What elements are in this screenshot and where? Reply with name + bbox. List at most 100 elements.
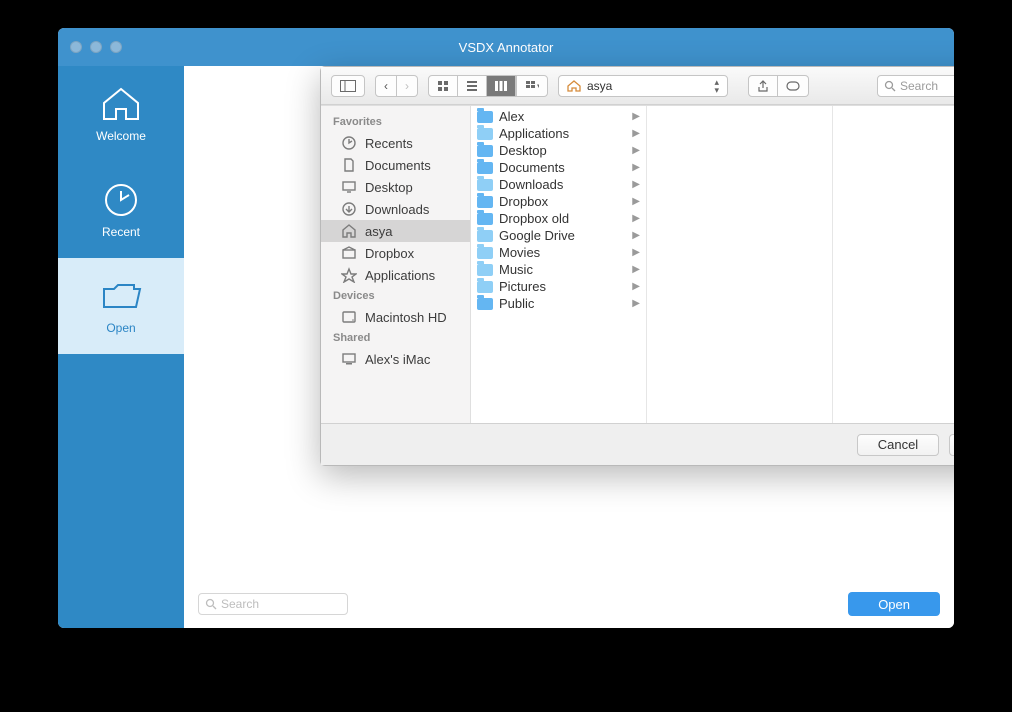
folder-item[interactable]: Dropbox▶: [471, 193, 646, 210]
sidebar-item-welcome[interactable]: Welcome: [58, 66, 184, 162]
nav-back-forward: ‹ ›: [375, 75, 418, 97]
search-icon: [205, 598, 217, 610]
folder-label: Downloads: [499, 177, 563, 192]
folder-item[interactable]: Desktop▶: [471, 142, 646, 159]
finder-sidebar-item[interactable]: Dropbox: [321, 242, 470, 264]
sheet-toolbar: ‹ › ▾: [321, 67, 954, 105]
folder-item[interactable]: Alex▶: [471, 108, 646, 125]
folder-icon: [477, 111, 493, 123]
search-icon: [884, 80, 896, 92]
svg-text:▾: ▾: [537, 83, 539, 90]
grid-icon: [437, 80, 449, 92]
list-view-button[interactable]: [458, 75, 487, 97]
tags-button[interactable]: [778, 75, 809, 97]
sidebar-group-title: Shared: [321, 328, 470, 348]
sidebar-item-label: Dropbox: [365, 246, 414, 261]
chevron-right-icon: ▶: [632, 230, 640, 241]
finder-sidebar-item[interactable]: Recents: [321, 132, 470, 154]
bottom-bar: Search Open: [184, 580, 954, 628]
folder-icon: [477, 298, 493, 310]
sheet-search-input[interactable]: Search: [877, 75, 954, 97]
folder-item[interactable]: Documents▶: [471, 159, 646, 176]
open-button[interactable]: Open: [848, 592, 940, 616]
folder-label: Movies: [499, 245, 540, 260]
back-button[interactable]: ‹: [375, 75, 397, 97]
forward-button[interactable]: ›: [397, 75, 418, 97]
file-browser: FavoritesRecentsDocumentsDesktopDownload…: [321, 105, 954, 423]
list-icon: [466, 80, 478, 92]
folder-label: Pictures: [499, 279, 546, 294]
sidebar-icon: [340, 80, 356, 92]
chevron-right-icon: ›: [405, 79, 409, 93]
main-area: Welcome Recent Open Search Open: [58, 66, 954, 628]
sidebar-item-label: Applications: [365, 268, 435, 283]
titlebar[interactable]: VSDX Annotator: [58, 28, 954, 66]
finder-sidebar-item[interactable]: Alex's iMac: [321, 348, 470, 370]
chevron-right-icon: ▶: [632, 247, 640, 258]
home-icon: [98, 85, 144, 123]
search-input[interactable]: Search: [198, 593, 348, 615]
folder-item[interactable]: Music▶: [471, 261, 646, 278]
window-title: VSDX Annotator: [58, 40, 954, 55]
folder-label: Dropbox old: [499, 211, 569, 226]
share-icon: [757, 80, 769, 92]
folder-item[interactable]: Applications▶: [471, 125, 646, 142]
sidebar-item-label: Downloads: [365, 202, 429, 217]
folder-icon: [477, 128, 493, 140]
finder-sidebar-item[interactable]: asya: [321, 220, 470, 242]
cancel-button[interactable]: Cancel: [857, 434, 939, 456]
folder-item[interactable]: Dropbox old▶: [471, 210, 646, 227]
folder-icon: [477, 162, 493, 174]
finder-sidebar[interactable]: Favorites Recents Documents Desktop Download…: [321, 106, 471, 423]
document-icon: [341, 157, 357, 173]
sidebar-group-title: Favorites: [321, 112, 470, 132]
chevron-right-icon: ▶: [632, 196, 640, 207]
view-switcher: ▾: [428, 75, 548, 97]
open-button[interactable]: Open: [949, 434, 954, 456]
columns-icon: [495, 80, 507, 92]
column-1[interactable]: Alex▶Applications▶Desktop▶Documents▶Down…: [471, 106, 647, 423]
folder-item[interactable]: Public▶: [471, 295, 646, 312]
download-icon: [341, 201, 357, 217]
finder-sidebar-item[interactable]: Downloads: [321, 198, 470, 220]
share-button[interactable]: [748, 75, 778, 97]
share-tags-group: [748, 75, 809, 97]
finder-sidebar-item[interactable]: Documents: [321, 154, 470, 176]
folder-item[interactable]: Movies ▶: [471, 244, 646, 261]
sidebar-item-label: Documents: [365, 158, 431, 173]
chevron-right-icon: ▶: [632, 128, 640, 139]
sheet-footer: Cancel Open: [321, 423, 954, 465]
finder-sidebar-item[interactable]: Macintosh HD: [321, 306, 470, 328]
folder-icon: [477, 247, 493, 259]
path-dropdown[interactable]: asya ▴▾: [558, 75, 728, 97]
app-window: VSDX Annotator Welcome Recent Open: [58, 28, 954, 628]
column-2[interactable]: [647, 106, 833, 423]
gallery-view-button[interactable]: ▾: [516, 75, 548, 97]
desktop-icon: [341, 179, 357, 195]
folder-item[interactable]: Downloads▶: [471, 176, 646, 193]
sidebar-item-recent[interactable]: Recent: [58, 162, 184, 258]
folder-label: Music: [499, 262, 533, 277]
sidebar-toggle-button[interactable]: [331, 75, 365, 97]
sidebar-item-open[interactable]: Open: [58, 258, 184, 354]
sidebar-item-label: Macintosh HD: [365, 310, 447, 325]
finder-sidebar-item[interactable]: Desktop: [321, 176, 470, 198]
folder-icon: [477, 145, 493, 157]
clock-icon: [98, 181, 144, 219]
search-placeholder: Search: [900, 79, 938, 93]
app-sidebar: Welcome Recent Open: [58, 66, 184, 628]
search-placeholder: Search: [221, 597, 259, 611]
folder-item[interactable]: Google Drive▶: [471, 227, 646, 244]
column-view-button[interactable]: [487, 75, 516, 97]
chevron-right-icon: ▶: [632, 145, 640, 156]
finder-sidebar-item[interactable]: Applications: [321, 264, 470, 286]
folder-icon: [477, 179, 493, 191]
gallery-icon: ▾: [525, 80, 539, 92]
folder-item[interactable]: Pictures▶: [471, 278, 646, 295]
folder-open-icon: [98, 277, 144, 315]
column-3[interactable]: [833, 106, 954, 423]
sidebar-item-label: Recents: [365, 136, 413, 151]
folder-icon: [477, 264, 493, 276]
icon-view-button[interactable]: [428, 75, 458, 97]
box-icon: [341, 245, 357, 261]
